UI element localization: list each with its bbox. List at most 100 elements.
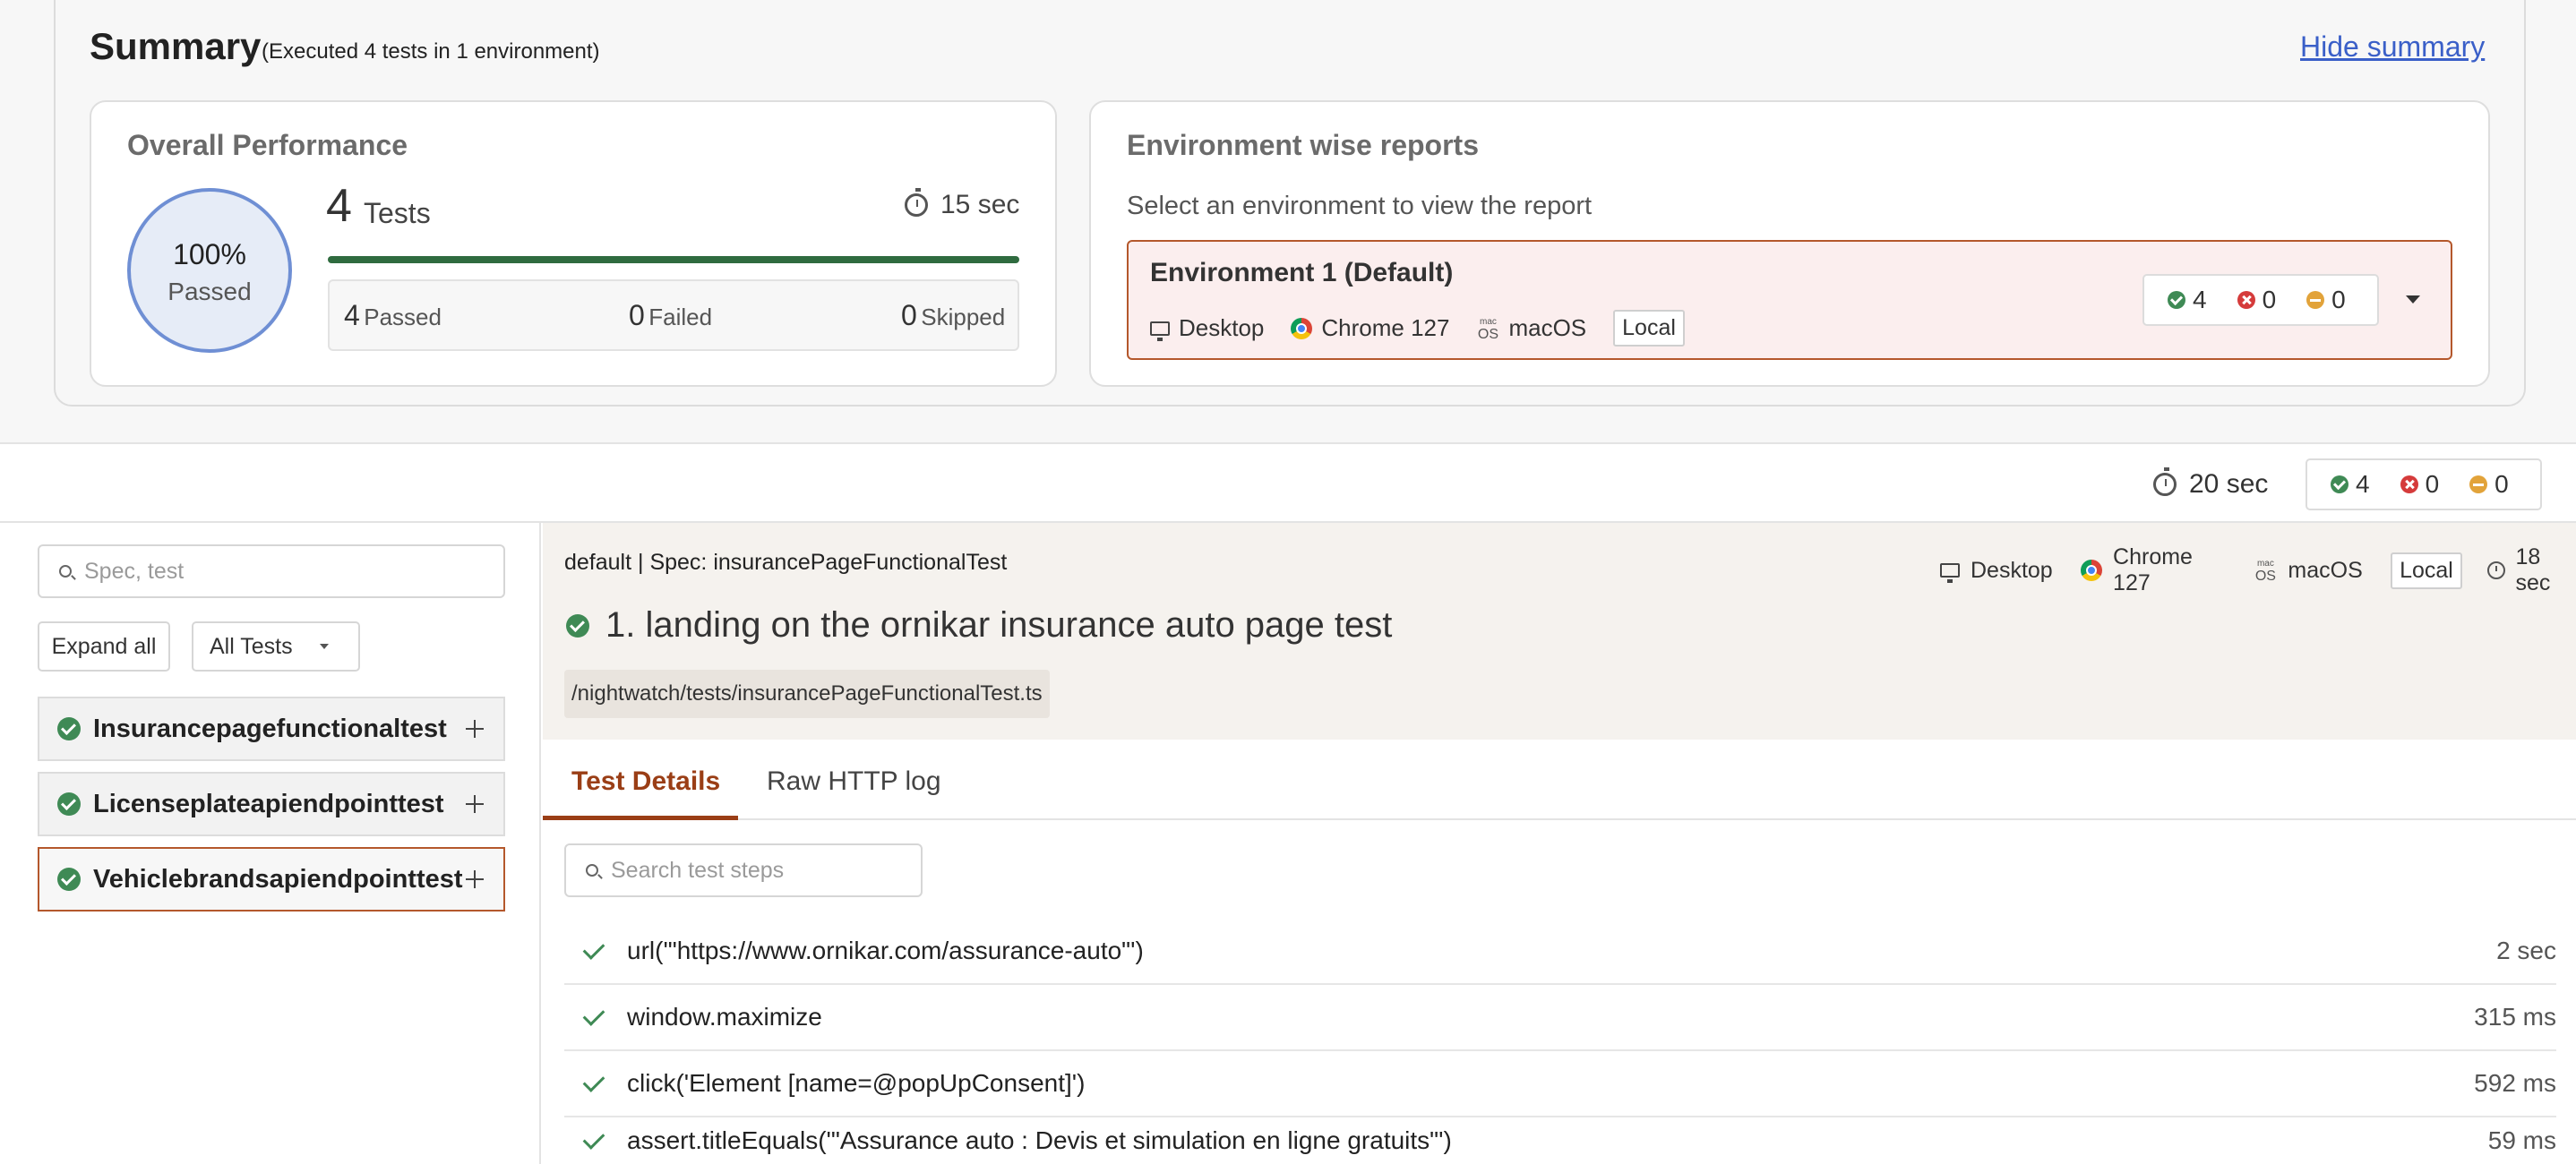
run-skipped-count: 0 [2494, 470, 2509, 498]
summary-subtitle: (Executed 4 tests in 1 environment) [262, 39, 600, 64]
test-file-path: /nightwatch/tests/insurancePageFunctiona… [564, 670, 1050, 718]
spec-search-input[interactable]: Spec, test [38, 544, 505, 598]
spec-sidebar [0, 523, 541, 1164]
section-divider [0, 442, 2576, 444]
overall-duration: 15 sec [905, 188, 1020, 220]
test-detail-meta: Desktop Chrome 127 mac OS macOS Local 18 … [1940, 544, 2576, 596]
passed-icon [57, 868, 81, 891]
test-step-command: window.maximize [627, 1003, 822, 1031]
test-step-command: click('Element [name=@popUpConsent]') [627, 1069, 1086, 1097]
test-title: 1. landing on the ornikar insurance auto… [566, 605, 1392, 646]
chevron-down-icon[interactable] [2406, 295, 2420, 304]
os-icon: mac OS [1477, 316, 1499, 342]
overall-performance-title: Overall Performance [127, 129, 408, 161]
expand-all-button[interactable]: Expand all [38, 621, 170, 672]
environment-prompt: Select an environment to view the report [1127, 192, 1593, 220]
skipped-icon [2306, 291, 2325, 309]
detail-browser: Chrome 127 [2113, 544, 2193, 595]
test-filter-value: All Tests [210, 633, 293, 659]
spec-item[interactable]: Licenseplateapiendpointtest [38, 772, 505, 836]
breadcrumb: default | Spec: insurancePageFunctionalT… [564, 550, 1008, 575]
spec-item-label: Licenseplateapiendpointtest [93, 789, 444, 818]
run-duration: 20 sec [2153, 467, 2269, 500]
environment-browser: Chrome 127 [1321, 314, 1450, 341]
spec-item-label: Insurancepagefunctionaltest [93, 714, 447, 743]
test-step-command: url('"https://www.ornikar.com/assurance-… [627, 937, 1144, 964]
environment-device: Desktop [1179, 314, 1265, 341]
test-filter-select[interactable]: All Tests [192, 621, 360, 672]
failed-count-num: 0 [629, 299, 645, 331]
detail-device: Desktop [1971, 557, 2053, 583]
expand-plus-icon[interactable] [466, 720, 484, 738]
environment-meta: Desktop Chrome 127 mac OS macOS Local [1150, 310, 1685, 347]
skipped-count-label: Skipped [921, 304, 1006, 330]
test-step-command: assert.titleEquals('"Assurance auto : De… [627, 1126, 1452, 1154]
search-icon [586, 864, 598, 877]
expand-plus-icon[interactable] [466, 870, 484, 888]
stopwatch-icon [2486, 561, 2505, 579]
detail-location-tag: Local [2391, 552, 2462, 589]
environment-status-counts: 4 0 0 [2142, 274, 2379, 326]
spec-search-placeholder: Spec, test [84, 558, 185, 584]
run-failed-count: 0 [2425, 470, 2440, 498]
pass-progress-bar [328, 256, 1019, 263]
skipped-icon [2469, 475, 2488, 493]
env-skipped-count: 0 [2331, 286, 2346, 313]
failed-count: 0 Failed [629, 299, 712, 332]
run-duration-text: 20 sec [2189, 469, 2269, 499]
passed-count: 4 Passed [344, 299, 442, 332]
active-tab-indicator [543, 816, 738, 820]
check-icon [582, 1069, 605, 1092]
environment-name: Environment 1 (Default) [1150, 258, 1454, 287]
stopwatch-icon [905, 188, 928, 217]
test-step-time: 315 ms [2474, 1003, 2556, 1031]
passed-count-label: Passed [364, 304, 442, 330]
test-title-text: 1. landing on the ornikar insurance auto… [605, 605, 1393, 645]
pass-rate-ring: 100% Passed [127, 188, 292, 353]
summary-title: Summary [90, 25, 262, 67]
environment-location-tag: Local [1613, 310, 1685, 347]
test-step-row[interactable]: url('"https://www.ornikar.com/assurance-… [564, 919, 2556, 985]
tab-raw-http-log[interactable]: Raw HTTP log [767, 766, 941, 797]
passed-icon [2331, 475, 2348, 493]
check-icon [582, 1126, 605, 1150]
test-step-time: 59 ms [2487, 1126, 2556, 1154]
skipped-count: 0 Skipped [901, 299, 1005, 332]
search-steps-placeholder: Search test steps [611, 857, 785, 883]
passed-icon [57, 717, 81, 740]
detail-duration: 18 sec [2515, 544, 2551, 595]
pass-rate-label: Passed [167, 278, 252, 305]
spec-item[interactable]: Insurancepagefunctionaltest [38, 697, 505, 761]
passed-icon [566, 613, 589, 638]
env-failed-count: 0 [2262, 286, 2277, 313]
desktop-icon [1940, 563, 1960, 583]
chrome-icon [2081, 560, 2103, 581]
test-step-time: 2 sec [2496, 937, 2556, 964]
tests-count: 4 [326, 180, 352, 232]
failed-icon [2400, 475, 2418, 493]
desktop-icon [1150, 321, 1170, 341]
failed-icon [2237, 291, 2255, 309]
pass-rate-percent: 100% [173, 238, 246, 270]
passed-icon [57, 792, 81, 816]
run-status-counts: 4 0 0 [2306, 458, 2542, 510]
passed-icon [2168, 291, 2185, 309]
passed-count-num: 4 [344, 299, 360, 331]
search-steps-input[interactable]: Search test steps [564, 843, 923, 897]
search-icon [59, 565, 72, 578]
spec-item-selected[interactable]: Vehiclebrandsapiendpointtest [38, 847, 505, 912]
expand-plus-icon[interactable] [466, 795, 484, 813]
os-icon: mac OS [2254, 559, 2276, 584]
tests-label: Tests [364, 197, 431, 229]
spec-item-label: Vehiclebrandsapiendpointtest [93, 864, 463, 894]
test-step-row[interactable]: click('Element [name=@popUpConsent]') 59… [564, 1051, 2556, 1117]
test-step-row[interactable]: assert.titleEquals('"Assurance auto : De… [564, 1117, 2556, 1164]
detail-os: macOS [2288, 557, 2363, 583]
overall-duration-text: 15 sec [940, 190, 1020, 219]
environment-os: macOS [1508, 314, 1587, 341]
hide-summary-link[interactable]: Hide summary [2300, 30, 2485, 64]
tab-test-details[interactable]: Test Details [571, 766, 720, 797]
env-passed-count: 4 [2193, 286, 2207, 313]
failed-count-label: Failed [648, 304, 713, 330]
test-step-row[interactable]: window.maximize 315 ms [564, 985, 2556, 1051]
